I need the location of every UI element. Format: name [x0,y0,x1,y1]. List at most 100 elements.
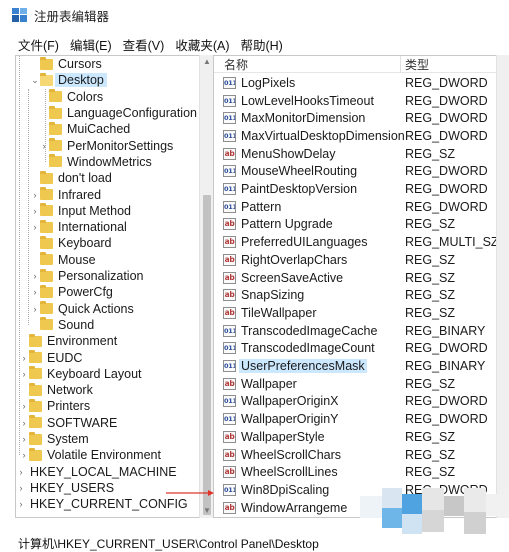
string-value-icon: ab [223,448,236,461]
column-divider[interactable] [400,56,401,73]
tree-item[interactable]: › EUDC [19,349,82,365]
tree-item[interactable]: Keyboard [30,235,112,251]
expand-chevron-icon[interactable]: › [30,222,40,232]
menu-edit[interactable]: 编辑(E) [70,35,112,54]
value-row[interactable]: 011 LowLevelHooksTimeout REG_DWORD [214,92,497,110]
expand-chevron-icon[interactable]: › [39,141,49,151]
menu-view[interactable]: 查看(V) [123,35,165,54]
expand-chevron-icon[interactable]: › [19,353,29,363]
tree-item[interactable]: ⌄ Desktop [30,72,107,88]
tree-item-label: Cursors [58,57,102,72]
value-name: TranscodedImageCount [241,341,375,356]
tree-scrollbar-thumb[interactable] [203,195,211,515]
folder-icon [40,203,53,217]
value-row[interactable]: ab WheelScrollChars REG_SZ [214,446,497,464]
tree-item[interactable]: › PowerCfg [30,284,113,300]
value-name: Pattern [241,199,282,214]
value-row[interactable]: ab ScreenSaveActive REG_SZ [214,269,497,287]
scroll-down-icon[interactable]: ▼ [200,504,214,518]
string-value-icon: ab [223,377,236,390]
value-row[interactable]: ab SnapSizing REG_SZ [214,286,497,304]
value-name: PaintDesktopVersion [241,182,358,197]
value-row[interactable]: 011 UserPreferencesMask REG_BINARY [214,357,497,375]
value-row[interactable]: ab RightOverlapChars REG_SZ [214,251,497,269]
tree-item[interactable]: › Infrared [30,186,101,202]
value-name: WallpaperStyle [241,429,325,444]
value-row[interactable]: 011 Pattern REG_DWORD [214,198,497,216]
column-type-header[interactable]: 类型 [405,56,429,73]
tree-item[interactable]: › International [30,219,127,235]
tree-item[interactable]: Cursors [30,56,102,72]
scroll-up-icon[interactable]: ▲ [200,55,214,69]
value-row[interactable]: ab TileWallpaper REG_SZ [214,304,497,322]
tree-item-label: System [47,432,89,447]
folder-icon [40,284,53,298]
expand-chevron-icon[interactable]: › [16,499,26,509]
value-row[interactable]: 011 LogPixels REG_DWORD [214,74,497,92]
value-row[interactable]: ab WheelScrollLines REG_SZ [214,463,497,481]
expand-chevron-icon[interactable]: › [19,434,29,444]
tree-item[interactable]: MuiCached [39,121,130,137]
value-row[interactable]: ab WallpaperStyle REG_SZ [214,428,497,446]
value-row[interactable]: 011 TranscodedImageCount REG_DWORD [214,340,497,358]
tree-item[interactable]: › Volatile Environment [19,447,161,463]
expand-chevron-icon[interactable]: › [19,369,29,379]
menu-favorites[interactable]: 收藏夹(A) [175,35,229,54]
tree-item[interactable]: don't load [30,170,112,186]
expand-chevron-icon[interactable]: › [19,401,29,411]
tree-item[interactable]: LanguageConfiguration [39,105,197,121]
value-row[interactable]: ab Wallpaper REG_SZ [214,375,497,393]
tree-item-label: Keyboard Layout [47,366,142,381]
menu-file[interactable]: 文件(F) [18,35,59,54]
values-list[interactable]: 名称 类型 011 LogPixels REG_DWORD 011 LowLevelHo… [213,55,498,518]
expand-chevron-icon[interactable]: › [30,271,40,281]
registry-tree[interactable]: Cursors ⌄ Desktop Colors LanguageConfigurati… [15,55,213,518]
expand-chevron-icon[interactable]: › [30,304,40,314]
tree-item-label: Input Method [58,203,131,218]
status-bar: 计算机\HKEY_CURRENT_USER\Control Panel\Desk… [15,534,509,552]
tree-scrollbar[interactable]: ▲ ▼ [199,55,213,518]
value-row[interactable]: 011 MaxMonitorDimension REG_DWORD [214,109,497,127]
value-row[interactable]: 011 WallpaperOriginX REG_DWORD [214,393,497,411]
tree-item[interactable]: Mouse [30,252,96,268]
tree-item[interactable]: Environment [19,333,117,349]
value-row[interactable]: ab PreferredUILanguages REG_MULTI_SZ [214,233,497,251]
value-row[interactable]: 011 TranscodedImageCache REG_BINARY [214,322,497,340]
expand-chevron-icon[interactable]: › [30,206,40,216]
expand-chevron-icon[interactable]: › [19,450,29,460]
expand-chevron-icon[interactable]: › [30,287,40,297]
tree-item[interactable]: Sound [30,317,94,333]
tree-item[interactable]: Colors [39,89,103,105]
tree-item[interactable]: Network [19,382,93,398]
tree-item[interactable]: › HKEY_CURRENT_CONFIG [16,496,188,512]
tree-item[interactable]: › Printers [19,398,90,414]
expand-chevron-icon[interactable]: › [16,483,26,493]
value-row[interactable]: ab MenuShowDelay REG_SZ [214,145,497,163]
value-row[interactable]: 011 PaintDesktopVersion REG_DWORD [214,180,497,198]
tree-item[interactable]: › Quick Actions [30,301,134,317]
tree-item[interactable]: › HKEY_LOCAL_MACHINE [16,464,177,480]
tree-item[interactable]: › PerMonitorSettings [39,138,173,154]
tree-item[interactable]: › Input Method [30,203,131,219]
tree-item[interactable]: › Personalization [30,268,143,284]
value-row[interactable]: 011 WallpaperOriginY REG_DWORD [214,410,497,428]
string-value-icon: ab [223,430,236,443]
values-scrollbar[interactable] [496,55,509,518]
menu-help[interactable]: 帮助(H) [240,35,282,54]
tree-item[interactable]: › SOFTWARE [19,415,117,431]
tree-item-label: EUDC [47,350,83,365]
binary-value-icon: 011 [223,112,236,125]
collapse-chevron-icon[interactable]: ⌄ [30,75,40,86]
value-row[interactable]: 011 MouseWheelRouting REG_DWORD [214,163,497,181]
expand-chevron-icon[interactable]: › [30,190,40,200]
column-name-header[interactable]: 名称 [224,56,248,73]
tree-item[interactable]: WindowMetrics [39,154,152,170]
value-row[interactable]: ab Pattern Upgrade REG_SZ [214,216,497,234]
tree-item-label: Quick Actions [58,301,134,316]
tree-item[interactable]: › HKEY_USERS [16,480,115,496]
tree-item[interactable]: › System [19,431,89,447]
value-row[interactable]: 011 MaxVirtualDesktopDimension REG_DWORD [214,127,497,145]
expand-chevron-icon[interactable]: › [16,467,26,477]
expand-chevron-icon[interactable]: › [19,418,29,428]
tree-item[interactable]: › Keyboard Layout [19,366,142,382]
